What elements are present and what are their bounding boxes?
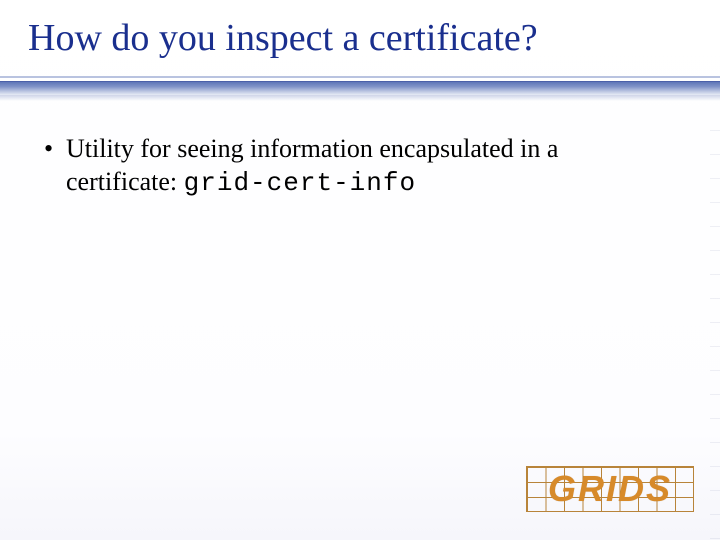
slide: How do you inspect a certificate? • Util… (0, 0, 720, 540)
logo-text: GRIDS (526, 466, 694, 512)
slide-title: How do you inspect a certificate? (0, 0, 720, 66)
bullet-text: Utility for seeing information encapsula… (66, 132, 676, 201)
bullet-code: grid-cert-info (184, 168, 416, 198)
content-area: • Utility for seeing information encapsu… (0, 104, 720, 201)
logo: GRIDS (526, 466, 694, 512)
bullet-icon: • (44, 132, 66, 165)
list-item: • Utility for seeing information encapsu… (44, 132, 676, 201)
title-divider (0, 76, 720, 104)
